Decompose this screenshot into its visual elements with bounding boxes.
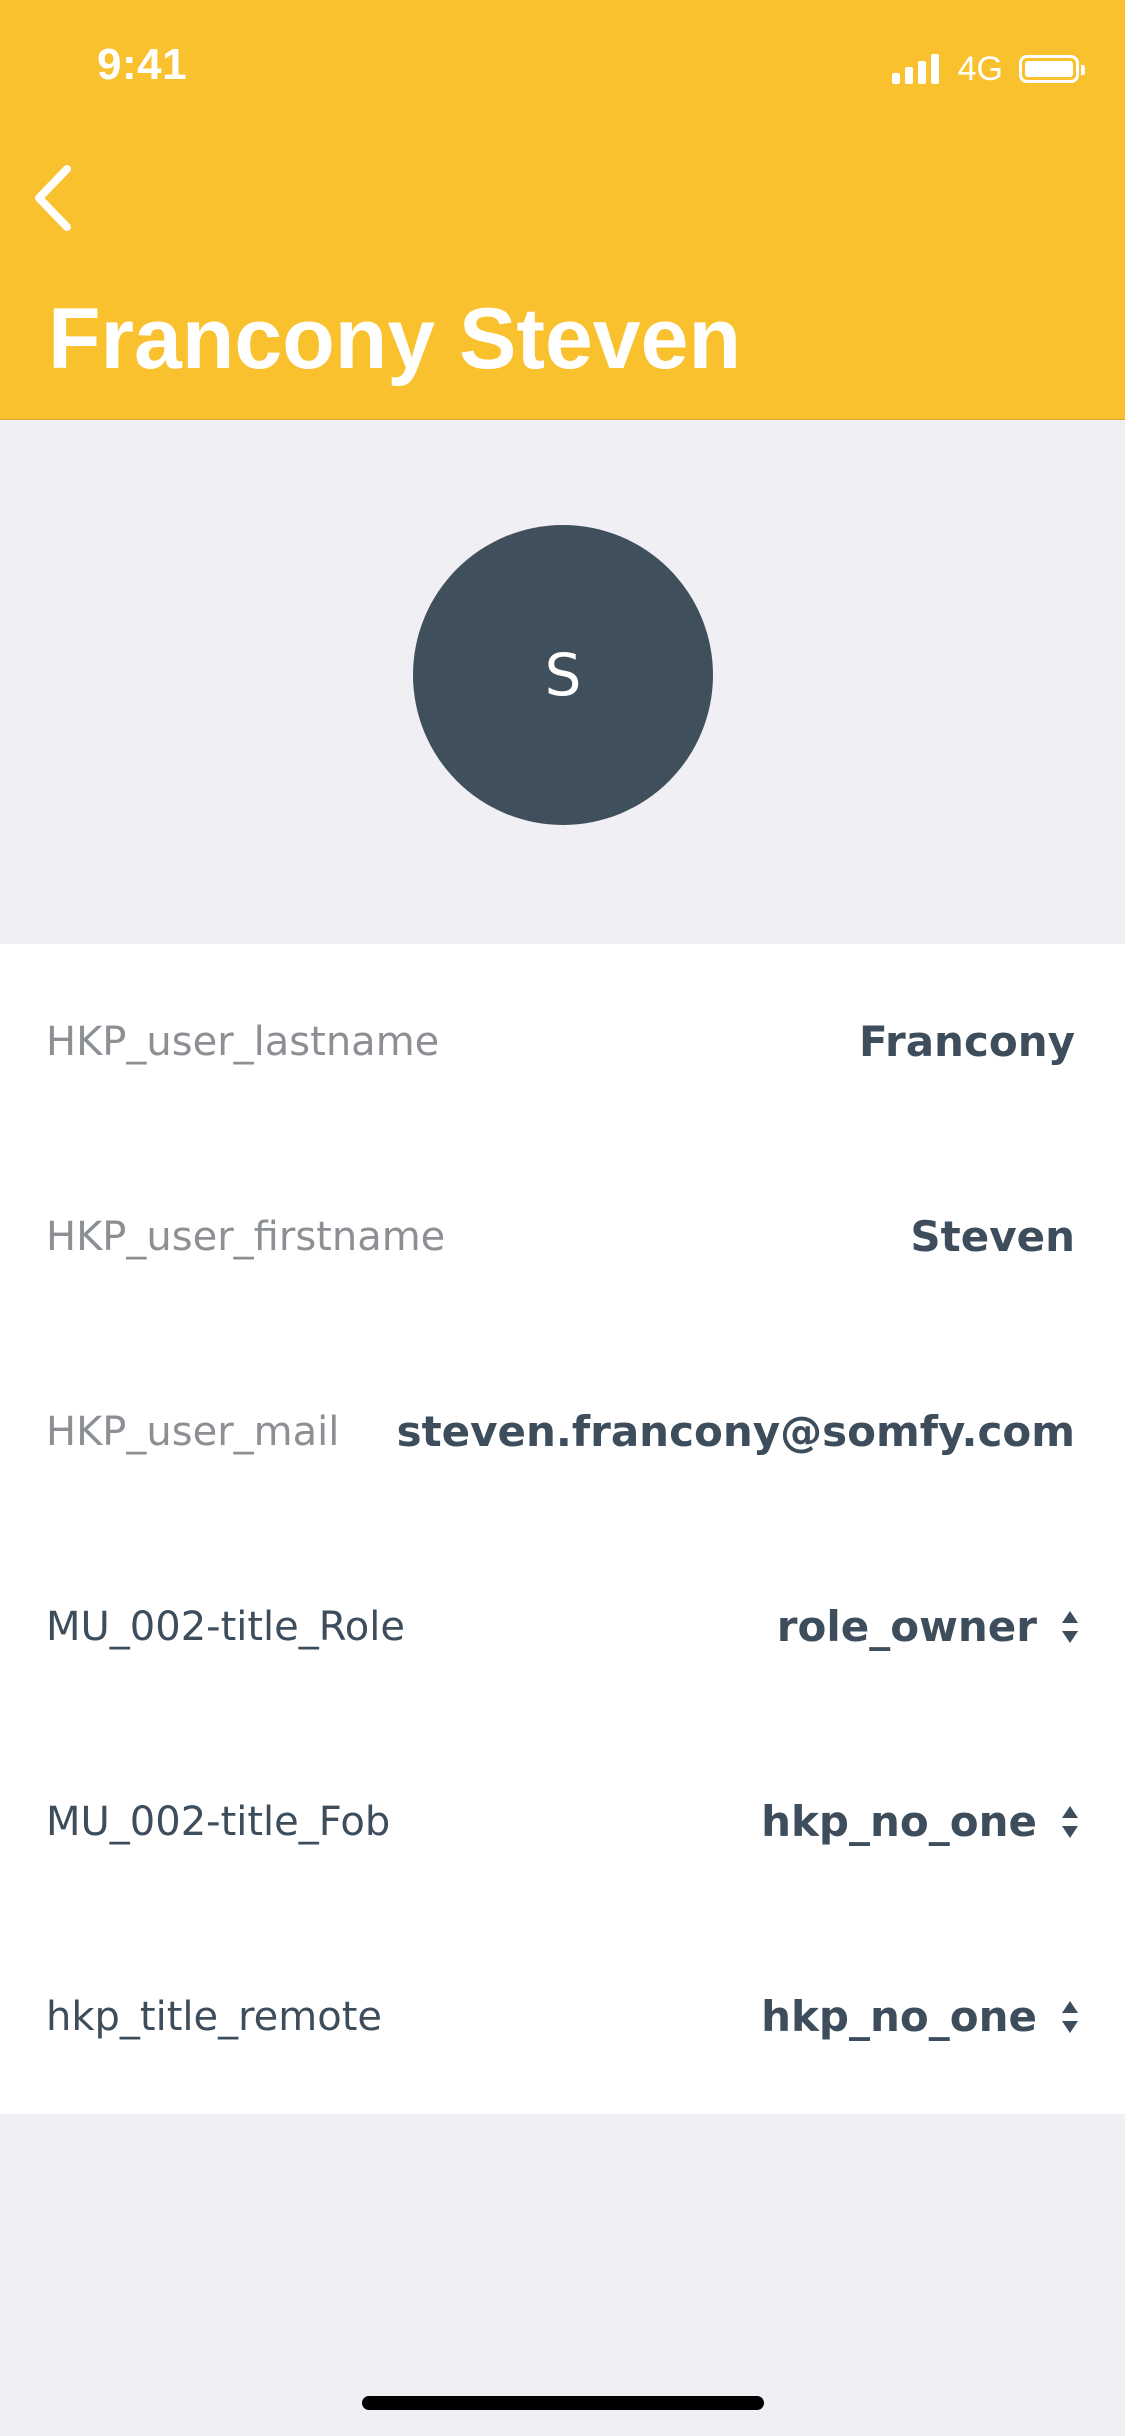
firstname-row: HKP_user_firstname Steven	[0, 1139, 1125, 1334]
role-label: MU_002-title_Role	[46, 1603, 405, 1650]
avatar-initial: S	[544, 641, 582, 709]
fob-row[interactable]: MU_002-title_Fob hkp_no_one	[0, 1724, 1125, 1919]
remote-value: hkp_no_one	[761, 1992, 1037, 2041]
status-time: 9:41	[97, 40, 188, 89]
firstname-value: Steven	[910, 1212, 1075, 1261]
mail-row: HKP_user_mail steven.francony@somfy.com	[0, 1334, 1125, 1529]
mail-label: HKP_user_mail	[46, 1408, 340, 1455]
sort-icon	[1062, 2000, 1078, 2033]
remote-row[interactable]: hkp_title_remote hkp_no_one	[0, 1919, 1125, 2114]
battery-icon	[1019, 55, 1085, 83]
status-bar-right: 4G	[891, 49, 1085, 88]
chevron-left-icon	[35, 165, 71, 231]
remote-select[interactable]: hkp_no_one	[761, 1992, 1079, 2041]
signal-icon	[891, 54, 944, 84]
sort-icon	[1062, 1610, 1078, 1643]
role-row[interactable]: MU_002-title_Role role_owner	[0, 1529, 1125, 1724]
lastname-value: Francony	[859, 1017, 1075, 1066]
back-button[interactable]	[18, 160, 88, 236]
fob-label: MU_002-title_Fob	[46, 1798, 391, 1845]
sort-icon	[1062, 1805, 1078, 1838]
role-value: role_owner	[776, 1602, 1037, 1651]
role-select[interactable]: role_owner	[777, 1602, 1079, 1651]
firstname-label: HKP_user_firstname	[46, 1213, 446, 1260]
avatar: S	[413, 525, 713, 825]
remote-label: hkp_title_remote	[46, 1993, 383, 2040]
network-label: 4G	[957, 49, 1003, 88]
home-indicator[interactable]	[362, 2396, 764, 2410]
mail-value: steven.francony@somfy.com	[396, 1407, 1075, 1456]
avatar-section: S	[0, 420, 1125, 944]
user-details-list: HKP_user_lastname Francony HKP_user_firs…	[0, 944, 1125, 2114]
header-bar: 9:41 4G Francony Steven	[0, 0, 1125, 420]
fob-select[interactable]: hkp_no_one	[761, 1797, 1079, 1846]
lastname-label: HKP_user_lastname	[46, 1018, 440, 1065]
lastname-row: HKP_user_lastname Francony	[0, 944, 1125, 1139]
page-title: Francony Steven	[48, 291, 741, 387]
fob-value: hkp_no_one	[761, 1797, 1037, 1846]
